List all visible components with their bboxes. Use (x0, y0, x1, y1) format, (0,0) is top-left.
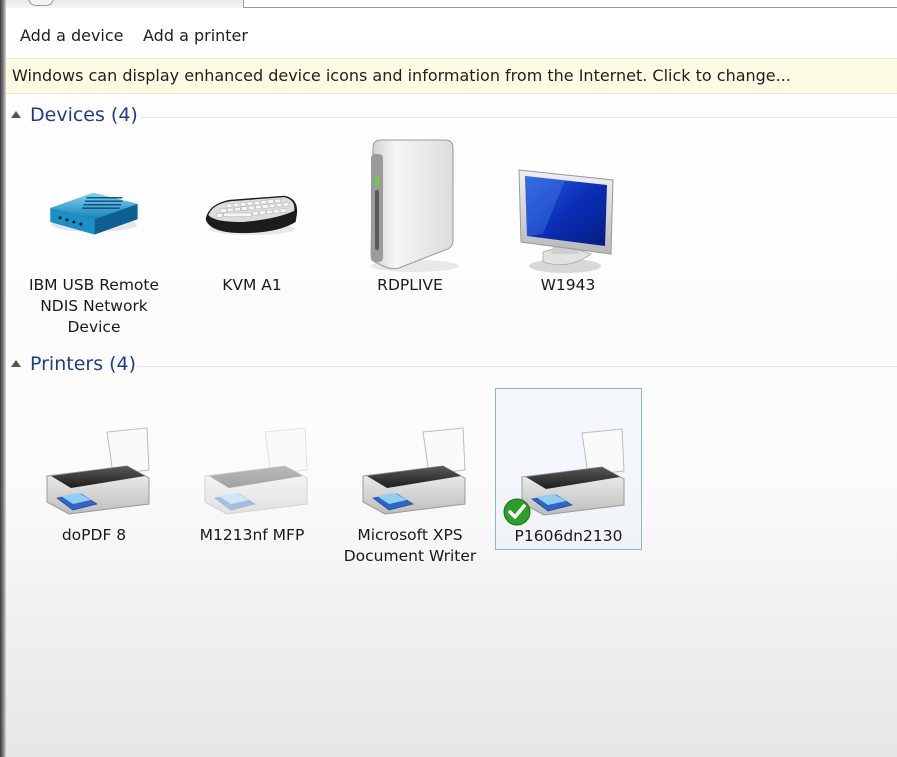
device-tile-rdplive[interactable]: RDPLIVE (337, 136, 483, 300)
printer-label: doPDF 8 (61, 526, 127, 544)
collapse-arrow-icon[interactable] (11, 111, 21, 118)
info-bar-text[interactable]: Windows can display enhanced device icon… (12, 66, 791, 85)
device-label: KVM A1 (222, 276, 282, 294)
keyboard-icon (205, 195, 298, 236)
printer-label: Microsoft XPS Document Writer (343, 526, 477, 565)
computer-tower-icon (370, 139, 459, 272)
default-checkmark-icon (503, 498, 531, 526)
devices-group-header[interactable]: Devices (4) (6, 102, 897, 132)
network-adapter-icon (50, 192, 138, 235)
printer-label: P1606dn2130 (514, 527, 623, 545)
printer-offline-icon (204, 427, 308, 515)
printer-icon (46, 427, 150, 515)
collapse-arrow-icon[interactable] (11, 360, 21, 367)
command-bar: Add a device Add a printer (6, 20, 897, 58)
printers-group-title: Printers (4) (30, 353, 137, 375)
group-divider (141, 117, 897, 118)
device-label: IBM USB Remote NDIS Network Device (28, 276, 160, 336)
devices-group-title: Devices (4) (30, 104, 138, 126)
printer-tile-dopdf[interactable]: doPDF 8 (21, 410, 167, 550)
add-printer-button[interactable]: Add a printer (139, 24, 252, 47)
add-device-button[interactable]: Add a device (16, 24, 128, 47)
device-label: RDPLIVE (377, 276, 443, 294)
printer-tile-m1213nf[interactable]: M1213nf MFP (179, 410, 325, 550)
printer-label: M1213nf MFP (199, 526, 305, 544)
group-divider (138, 366, 897, 367)
printers-group-header[interactable]: Printers (4) (6, 351, 897, 381)
device-tile-w1943[interactable]: W1943 (495, 150, 641, 300)
address-bar[interactable] (243, 0, 897, 8)
device-label: W1943 (540, 276, 596, 294)
monitor-icon (518, 169, 614, 273)
printer-tile-p1606dn[interactable]: P1606dn2130 (495, 388, 642, 550)
nav-button[interactable] (28, 0, 54, 6)
device-tile-kvm-a1[interactable]: KVM A1 (179, 150, 325, 300)
printer-tile-xps[interactable]: Microsoft XPS Document Writer (337, 410, 483, 570)
device-tile-ibm-usb[interactable]: IBM USB Remote NDIS Network Device (21, 150, 167, 342)
info-bar[interactable]: Windows can display enhanced device icon… (6, 58, 897, 94)
address-bar-area (6, 0, 897, 8)
printer-icon (362, 427, 466, 515)
